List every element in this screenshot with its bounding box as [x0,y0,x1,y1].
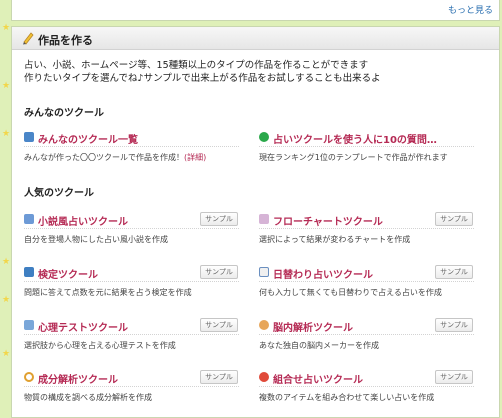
divider [259,281,474,282]
sample-button[interactable]: サンプル [200,370,238,384]
divider [24,281,239,282]
magnifier-icon [24,372,34,382]
create-works-panel: 作品を作る 占い、小説、ホームページ等、15種類以上のタイプの作品を作ることがで… [11,26,500,418]
combo-icon [259,372,269,382]
section-title-everyone: みんなのツクール [24,108,104,119]
tool-link[interactable]: 心理テストツクール [38,319,128,334]
pencil-icon [23,32,34,45]
intro-line: 占い、小説、ホームページ等、15種類以上のタイプの作品を作ることができます [24,60,369,71]
detail-link[interactable]: (詳細) [184,153,206,162]
tool-link[interactable]: 検定ツクール [38,266,98,281]
divider [259,228,474,229]
divider [259,386,474,387]
bullet-icon [259,132,269,142]
intro-text: 占い、小説、ホームページ等、15種類以上のタイプの作品を作ることができます 作り… [24,59,381,85]
panel-header: 作品を作る [12,27,499,50]
star-decoration-icon: ★ [2,23,11,33]
tool-link[interactable]: 組合せ占いツクール [273,371,363,386]
divider [259,334,474,335]
psych-icon [24,320,34,330]
tool-link[interactable]: 日替わり占いツクール [273,266,373,281]
star-decoration-icon: ★ [2,257,11,267]
star-decoration-icon: ★ [2,295,11,305]
brain-icon [259,320,269,330]
tool-description: 現在ランキング1位のテンプレートで作品が作れます [259,153,448,162]
calendar-icon [259,267,269,277]
sample-button[interactable]: サンプル [200,265,238,279]
divider [24,386,239,387]
tool-description: 選択によって結果が変わるチャートを作成 [259,235,411,244]
divider [24,146,239,147]
sample-button[interactable]: サンプル [435,370,473,384]
divider [259,146,474,147]
sample-button[interactable]: サンプル [200,212,238,226]
intro-line: 作りたいタイプを選んでね♪サンプルで出来上がる作品をお試しすることも出来るよ [24,73,381,84]
quiz-icon [24,267,34,277]
flowchart-icon [259,214,269,224]
section-title-popular: 人気のツクール [24,188,94,199]
tool-description: みんなが作った〇〇ツクールで作品を作成！(詳細) [24,152,206,163]
top-panel: もっと見る [11,0,500,21]
book-icon [24,214,34,224]
panel-title: 作品を作る [38,34,93,47]
divider [24,334,239,335]
star-decoration-icon: ★ [2,81,11,91]
tool-link[interactable]: フローチャートツクール [273,213,383,228]
sample-button[interactable]: サンプル [435,318,473,332]
more-link[interactable]: もっと見る [448,3,493,16]
users-icon [24,132,34,142]
sample-button[interactable]: サンプル [200,318,238,332]
tool-link[interactable]: 占いツクールを使う人に10の質問… [273,131,437,146]
tool-description: あなた独自の脳内メーカーを作成 [259,341,379,350]
tool-link[interactable]: 脳内解析ツクール [273,319,353,334]
sample-button[interactable]: サンプル [435,265,473,279]
tool-link[interactable]: 成分解析ツクール [38,371,118,386]
tool-description: 何も入力して無くても日替わりで占える占いを作成 [259,288,442,297]
sample-button[interactable]: サンプル [435,212,473,226]
star-decoration-icon: ★ [2,349,11,359]
tool-description: 自分を登場人物にした占い風小説を作成 [24,235,168,244]
tool-description: 複数のアイテムを組み合わせて楽しい占いを作成 [259,393,435,402]
tool-link[interactable]: みんなのツクール一覧 [38,131,138,146]
divider [24,228,239,229]
tool-description: 選択肢から心理を占える心理テストを作成 [24,341,176,350]
tool-description: 問題に答えて点数を元に結果を占う検定を作成 [24,288,192,297]
tool-link[interactable]: 小説風占いツクール [38,213,128,228]
tool-desc-text: みんなが作った〇〇ツクールで作品を作成！ [24,153,184,162]
tool-description: 物質の構成を調べる成分解析を作成 [24,393,152,402]
star-decoration-icon: ★ [2,129,11,139]
